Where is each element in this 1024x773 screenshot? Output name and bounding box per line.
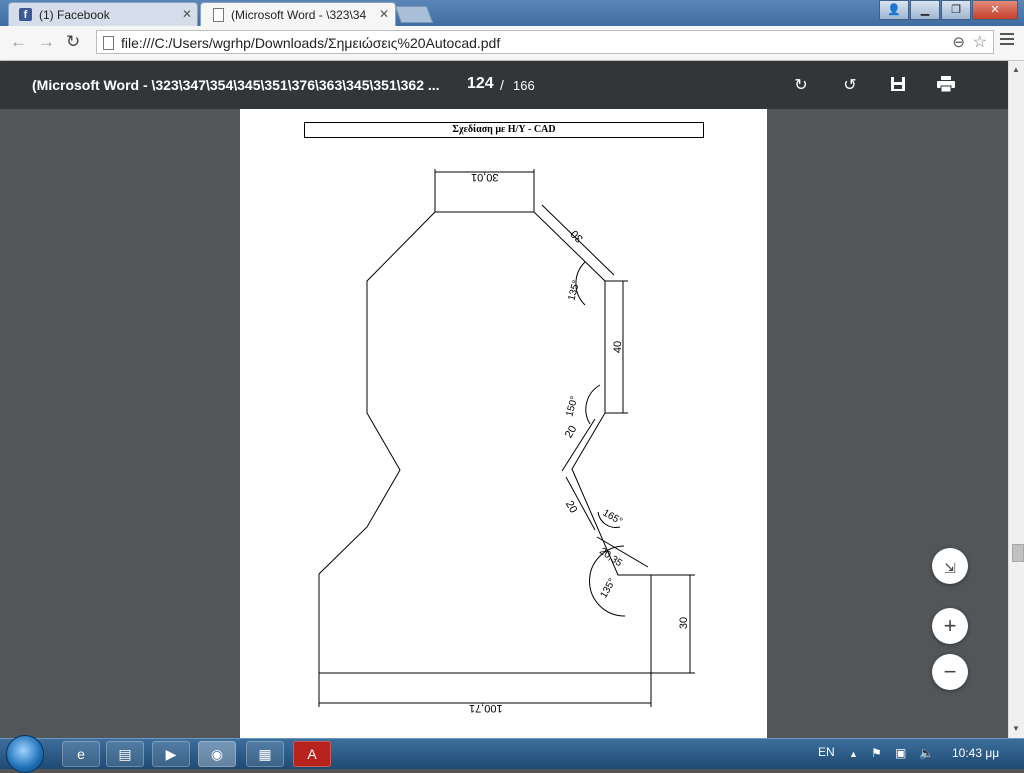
window-controls: 👤 ▁ ❐ ✕ — [878, 0, 1018, 20]
zoom-out-button[interactable]: − — [932, 654, 968, 690]
zoom-icon[interactable]: ⊖ — [952, 33, 965, 51]
scroll-up-icon[interactable]: ▲ — [1012, 65, 1020, 74]
pdf-page: Σχεδίαση με Η/Υ - CAD 30,01 30 135° 40 1… — [240, 109, 767, 738]
close-tab-icon[interactable]: ✕ — [379, 7, 389, 21]
action-center-flag-icon[interactable]: ⚑ — [871, 746, 882, 760]
minimize-button[interactable]: ▁ — [910, 0, 940, 20]
fit-page-icon: ⇲ — [944, 560, 956, 576]
chrome-icon[interactable]: ◉ — [198, 741, 236, 767]
scroll-down-icon[interactable]: ▼ — [1012, 724, 1020, 733]
language-indicator[interactable]: EN — [818, 745, 835, 759]
print-icon[interactable] — [936, 76, 956, 96]
page-count: 166 — [513, 78, 535, 93]
show-hidden-icons[interactable]: ▲ — [849, 749, 858, 759]
autocad-icon[interactable]: A — [293, 741, 331, 767]
fit-to-page-button[interactable]: ⇲ — [932, 548, 968, 584]
dim-vertical-right: 40 — [612, 340, 625, 354]
rotate-counterclockwise-icon[interactable]: ↺ — [840, 76, 860, 96]
maximize-button[interactable]: ❐ — [941, 0, 971, 20]
address-bar[interactable]: file:///C:/Users/wgrhp/Downloads/Σημειώσ… — [96, 30, 994, 54]
tab-pdf[interactable]: (Microsoft Word - \323\34 ✕ — [200, 2, 396, 26]
menu-icon[interactable] — [1000, 33, 1014, 48]
tab-label: (1) Facebook — [39, 8, 110, 22]
explorer-icon[interactable]: ▤ — [106, 741, 144, 767]
rotate-clockwise-icon[interactable]: ↻ — [791, 76, 811, 96]
network-icon[interactable]: ▣ — [895, 746, 906, 760]
tab-label: (Microsoft Word - \323\34 — [231, 8, 367, 22]
page-number-input[interactable]: 124 — [467, 75, 494, 93]
url-text[interactable]: file:///C:/Users/wgrhp/Downloads/Σημειώσ… — [121, 35, 500, 51]
bookmark-star-icon[interactable]: ☆ — [973, 32, 987, 52]
notepad-icon[interactable]: ▦ — [246, 741, 284, 767]
clock[interactable]: 10:43 μμ — [952, 746, 999, 760]
tab-facebook[interactable]: f (1) Facebook ✕ — [8, 2, 198, 26]
media-player-icon[interactable]: ▶ — [152, 741, 190, 767]
page-scrollbar[interactable]: ▲ ▼ — [1008, 61, 1024, 738]
close-tab-icon[interactable]: ✕ — [182, 7, 192, 21]
facebook-icon: f — [19, 8, 32, 21]
back-icon[interactable]: ← — [10, 32, 27, 52]
page-separator: / — [500, 77, 504, 93]
download-icon[interactable] — [888, 76, 908, 96]
document-icon — [213, 8, 224, 22]
zoom-in-button[interactable]: + — [932, 608, 968, 644]
user-icon[interactable]: 👤 — [879, 0, 909, 20]
plus-icon: + — [943, 613, 957, 638]
browser-toolbar: ← → ↻ file:///C:/Users/wgrhp/Downloads/Σ… — [0, 26, 1024, 61]
pdf-viewer[interactable]: Σχεδίαση με Η/Υ - CAD 30,01 30 135° 40 1… — [0, 109, 1008, 738]
close-window-button[interactable]: ✕ — [972, 0, 1018, 20]
new-tab-button[interactable] — [394, 6, 434, 23]
tab-strip: f (1) Facebook ✕ (Microsoft Word - \323\… — [0, 0, 1024, 26]
dim-right-height: 30 — [678, 616, 691, 630]
volume-icon[interactable]: 🔈 — [919, 746, 934, 760]
minus-icon: − — [943, 659, 957, 684]
scroll-thumb[interactable] — [1012, 544, 1024, 562]
ie-icon[interactable]: e — [62, 741, 100, 767]
reload-icon[interactable]: ↻ — [66, 32, 80, 52]
start-button[interactable] — [6, 735, 44, 773]
pdf-toolbar: (Microsoft Word - \323\347\354\345\351\3… — [0, 61, 1008, 109]
page-icon — [103, 36, 114, 50]
cad-drawing — [318, 169, 695, 707]
pdf-title: (Microsoft Word - \323\347\354\345\351\3… — [32, 77, 440, 93]
dim-bottom-width: 100,71 — [469, 702, 503, 714]
dim-top-width: 30,01 — [471, 171, 499, 183]
windows-taskbar: e ▤ ▶ ◉ ▦ A EN ▲ ⚑ ▣ 🔈 10:43 μμ — [0, 735, 1024, 773]
forward-icon[interactable]: → — [38, 32, 55, 52]
